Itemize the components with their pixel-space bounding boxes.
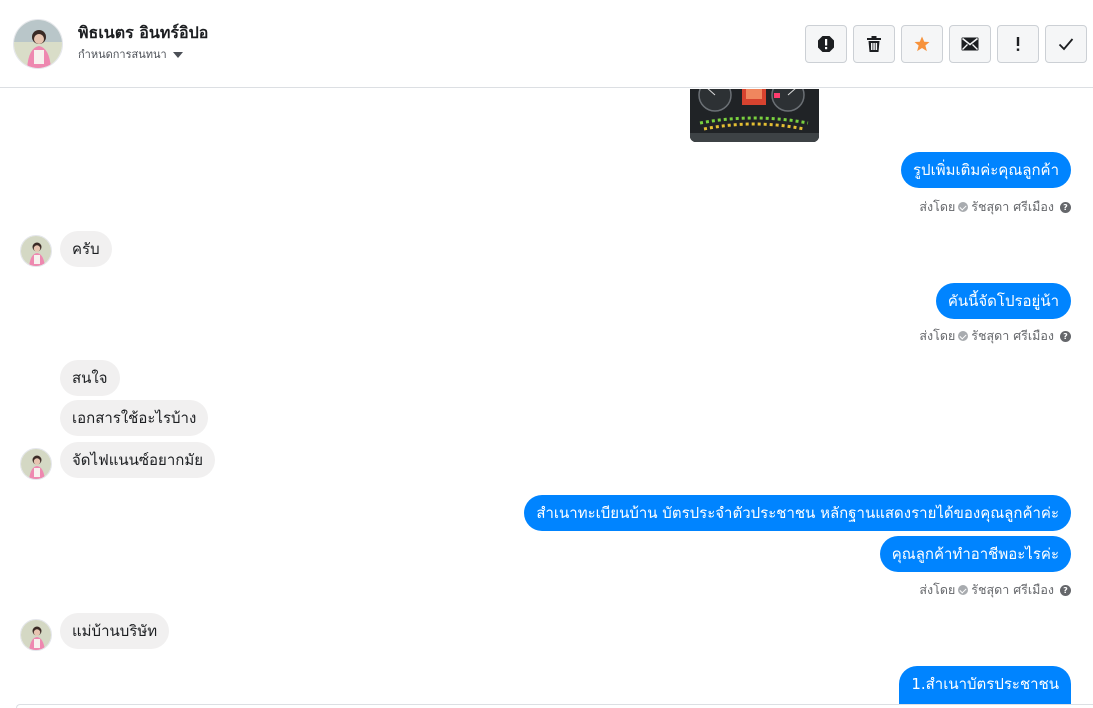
mark-done-button[interactable]: [1045, 25, 1087, 63]
outgoing-message[interactable]: คันนี้จัดโปรอยู่น้า: [935, 283, 1071, 319]
incoming-message[interactable]: แม่บ้านบริษัท: [60, 613, 170, 649]
verified-icon: [958, 331, 969, 341]
exclamation-icon: [1016, 37, 1020, 51]
sent-by-line: ส่งโดย รัชสุดา ศรีเมือง ?: [919, 197, 1071, 217]
caret-down-icon: [172, 51, 183, 58]
car-dashboard-photo[interactable]: [690, 89, 819, 142]
sent-by-label: ส่งโดย: [919, 582, 956, 597]
help-icon[interactable]: ?: [1060, 584, 1071, 596]
incoming-message[interactable]: ครับ: [60, 231, 112, 267]
conversation-toolbar: [805, 25, 1087, 63]
sent-by-line: ส่งโดย รัชสุดา ศรีเมือง ?: [919, 326, 1071, 346]
report-icon: [818, 36, 834, 52]
message-thread[interactable]: รูปเพิ่มเติมค่ะคุณลูกค้า ส่งโดย รัชสุดา …: [0, 89, 1093, 705]
sender-name[interactable]: รัชสุดา ศรีเมือง: [971, 197, 1054, 217]
conversation-header: พิธเนตร อินทร์อิปอ กำหนดการสนทนา: [0, 0, 1093, 88]
star-button[interactable]: [901, 25, 943, 63]
sent-by-line: ส่งโดย รัชสุดา ศรีเมือง ?: [919, 580, 1071, 600]
incoming-message[interactable]: จัดไฟแนนซ์อยากมัย: [60, 442, 216, 478]
contact-name[interactable]: พิธเนตร อินทร์อิปอ: [78, 21, 208, 46]
composer-top-border: [16, 704, 1093, 708]
sender-name[interactable]: รัชสุดา ศรีเมือง: [971, 326, 1054, 346]
contact-mini-avatar: [20, 448, 52, 480]
contact-mini-avatar: [20, 235, 52, 267]
contact-avatar[interactable]: [13, 19, 63, 69]
incoming-message[interactable]: เอกสารใช้อะไรบ้าง: [60, 400, 209, 436]
contact-mini-avatar: [20, 619, 52, 651]
sender-name[interactable]: รัชสุดา ศรีเมือง: [971, 580, 1054, 600]
verified-icon: [958, 585, 969, 595]
sent-by-label: ส่งโดย: [919, 328, 956, 343]
star-icon: [914, 36, 930, 52]
conversation-assign-label: กำหนดการสนทนา: [78, 48, 167, 61]
trash-icon: [867, 36, 881, 52]
help-icon[interactable]: ?: [1060, 330, 1071, 342]
outgoing-message[interactable]: รูปเพิ่มเติมค่ะคุณลูกค้า: [900, 152, 1071, 188]
check-icon: [1058, 38, 1074, 51]
mark-unread-button[interactable]: [949, 25, 991, 63]
help-icon[interactable]: ?: [1060, 201, 1071, 213]
delete-button[interactable]: [853, 25, 895, 63]
outgoing-message[interactable]: สำเนาทะเบียนบ้าน บัตรประจำตัวประชาชน หลั…: [524, 495, 1071, 531]
important-button[interactable]: [997, 25, 1039, 63]
conversation-assign-dropdown[interactable]: กำหนดการสนทนา: [78, 45, 183, 63]
outgoing-message[interactable]: คุณลูกค้าทำอาชีพอะไรค่ะ: [879, 536, 1071, 572]
incoming-message[interactable]: สนใจ: [60, 360, 120, 396]
report-button[interactable]: [805, 25, 847, 63]
sent-by-label: ส่งโดย: [919, 199, 956, 214]
verified-icon: [958, 202, 969, 212]
mail-icon: [961, 37, 979, 51]
outgoing-message[interactable]: 1.สำเนาบัตรประชาชน: [899, 666, 1071, 705]
